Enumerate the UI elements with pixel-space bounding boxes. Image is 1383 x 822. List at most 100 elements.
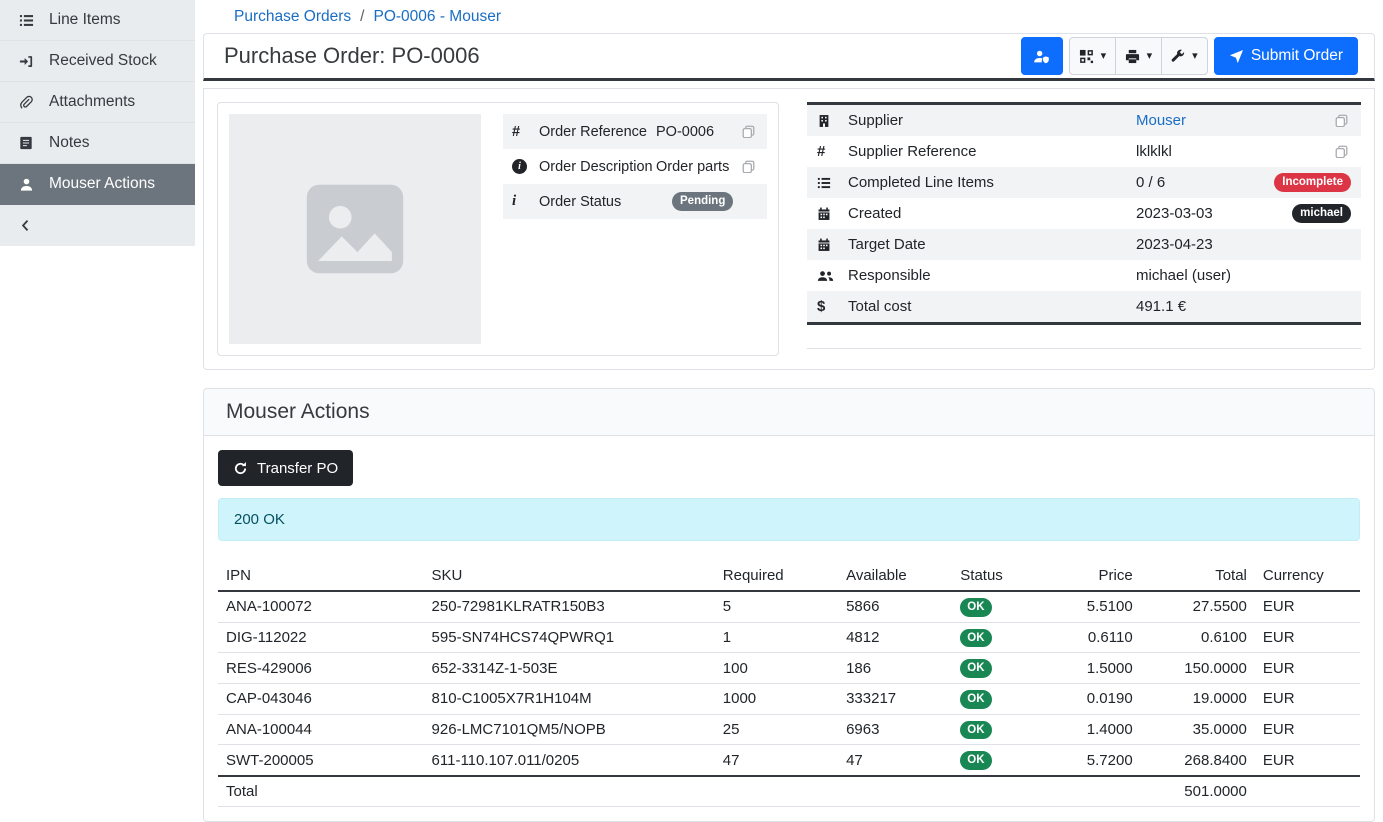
cell-sku: 595-SN74HCS74QPWRQ1 xyxy=(424,622,715,653)
copy-icon[interactable] xyxy=(742,160,758,173)
cell-total: 27.5500 xyxy=(1141,591,1255,622)
row-value: Order parts xyxy=(656,159,742,175)
calendar-icon xyxy=(817,207,848,221)
ok-badge: OK xyxy=(960,598,991,617)
order-info-table: # Order Reference PO-0006 i Order Descri… xyxy=(503,114,767,219)
panel-title: Mouser Actions xyxy=(226,400,1352,424)
row-value: 2023-04-23 xyxy=(1136,236,1213,253)
sidebar-item-received-stock[interactable]: Received Stock xyxy=(0,41,195,82)
column-header-required: Required xyxy=(715,561,838,591)
cell-required: 1000 xyxy=(715,683,838,714)
ok-badge: OK xyxy=(960,629,991,648)
cell-available: 186 xyxy=(838,653,952,684)
cell-available: 4812 xyxy=(838,622,952,653)
submit-order-button[interactable]: Submit Order xyxy=(1214,37,1358,75)
row-label: Responsible xyxy=(848,267,1136,284)
sidebar-item-label: Mouser Actions xyxy=(49,175,155,193)
cell-currency: EUR xyxy=(1255,622,1360,653)
cell-price: 0.0190 xyxy=(1055,683,1141,714)
print-actions-button[interactable]: ▾ xyxy=(1115,37,1162,75)
copy-icon[interactable] xyxy=(1335,114,1351,127)
app-root: Line Items Received Stock Attachments No… xyxy=(0,0,1383,822)
cell-status: OK xyxy=(952,745,1055,776)
cell-ipn: SWT-200005 xyxy=(218,745,424,776)
cell-currency: EUR xyxy=(1255,683,1360,714)
user-actions-button[interactable] xyxy=(1021,37,1063,75)
sidebar-item-label: Received Stock xyxy=(49,52,157,70)
ok-badge: OK xyxy=(960,751,991,770)
order-details-panel: # Order Reference PO-0006 i Order Descri… xyxy=(203,88,1375,370)
info-circle-icon: i xyxy=(512,159,539,174)
sidebar-item-label: Line Items xyxy=(49,11,121,29)
barcode-actions-button[interactable]: ▾ xyxy=(1069,37,1116,75)
hash-icon: # xyxy=(817,143,848,160)
table-row: CAP-043046 810-C1005X7R1H104M 1000 33321… xyxy=(218,683,1360,714)
cell-sku: 810-C1005X7R1H104M xyxy=(424,683,715,714)
row-label: Supplier Reference xyxy=(848,143,1136,160)
cell-status: OK xyxy=(952,714,1055,745)
response-alert: 200 OK xyxy=(218,498,1360,541)
cell-available: 5866 xyxy=(838,591,952,622)
caret-down-icon: ▾ xyxy=(1101,51,1107,62)
sidebar-collapse-button[interactable] xyxy=(0,205,195,246)
cell-ipn: RES-429006 xyxy=(218,653,424,684)
caret-down-icon: ▾ xyxy=(1147,51,1153,62)
mouser-actions-panel: Mouser Actions Transfer PO 200 OK xyxy=(203,388,1375,822)
ok-badge: OK xyxy=(960,721,991,740)
sidebar-item-label: Attachments xyxy=(49,93,135,111)
refresh-icon xyxy=(233,461,248,476)
sidebar-item-attachments[interactable]: Attachments xyxy=(0,82,195,123)
transfer-po-label: Transfer PO xyxy=(257,460,338,477)
sidebar-item-label: Notes xyxy=(49,134,90,152)
sidebar-item-notes[interactable]: Notes xyxy=(0,123,195,164)
cell-sku: 250-72981KLRATR150B3 xyxy=(424,591,715,622)
breadcrumb-link-purchase-orders[interactable]: Purchase Orders xyxy=(234,8,351,26)
header-actions: ▾ ▾ ▾ xyxy=(1021,37,1358,75)
caret-down-icon: ▾ xyxy=(1192,51,1198,62)
cell-sku: 611-110.107.011/0205 xyxy=(424,745,715,776)
order-reference-row: # Order Reference PO-0006 xyxy=(503,114,767,149)
sidebar-item-line-items[interactable]: Line Items xyxy=(0,0,195,41)
copy-icon[interactable] xyxy=(742,125,758,138)
calendar-icon xyxy=(817,238,848,252)
status-badge: Pending xyxy=(672,192,733,211)
cell-ipn: ANA-100072 xyxy=(218,591,424,622)
cell-currency: EUR xyxy=(1255,714,1360,745)
cell-required: 25 xyxy=(715,714,838,745)
note-icon xyxy=(17,136,35,150)
cell-price: 5.7200 xyxy=(1055,745,1141,776)
cell-price: 5.5100 xyxy=(1055,591,1141,622)
row-label: Order Reference xyxy=(539,124,656,140)
cell-currency: EUR xyxy=(1255,745,1360,776)
cell-total: 150.0000 xyxy=(1141,653,1255,684)
cell-status: OK xyxy=(952,653,1055,684)
box-arrow-in-icon xyxy=(17,54,35,69)
table-row: ANA-100044 926-LMC7101QM5/NOPB 25 6963 O… xyxy=(218,714,1360,745)
cell-total: 35.0000 xyxy=(1141,714,1255,745)
list-check-icon xyxy=(817,176,848,190)
printer-icon xyxy=(1125,49,1140,64)
row-label: Order Status xyxy=(539,194,672,210)
page-title: Purchase Order: PO-0006 xyxy=(224,43,480,69)
breadcrumb-link-current-order[interactable]: PO-0006 - Mouser xyxy=(373,8,501,26)
order-actions-button[interactable]: ▾ xyxy=(1161,37,1208,75)
order-image-placeholder[interactable] xyxy=(229,114,481,344)
list-icon xyxy=(17,13,35,28)
footer-total-label: Total xyxy=(218,776,424,807)
copy-icon[interactable] xyxy=(1335,145,1351,158)
sidebar-item-mouser-actions[interactable]: Mouser Actions xyxy=(0,164,195,205)
line-items-table: IPN SKU Required Available Status Price … xyxy=(218,561,1360,807)
row-label: Target Date xyxy=(848,236,1136,253)
incomplete-badge: Incomplete xyxy=(1274,173,1351,192)
breadcrumb: Purchase Orders / PO-0006 - Mouser xyxy=(203,0,1375,33)
footer-total-value: 501.0000 xyxy=(1141,776,1255,807)
row-label: Supplier xyxy=(848,112,1136,129)
supplier-link[interactable]: Mouser xyxy=(1136,112,1186,129)
dollar-icon: $ xyxy=(817,298,848,315)
cell-total: 19.0000 xyxy=(1141,683,1255,714)
transfer-po-button[interactable]: Transfer PO xyxy=(218,450,353,486)
row-label: Completed Line Items xyxy=(848,174,1136,191)
row-value: Pending xyxy=(672,192,758,211)
cell-available: 333217 xyxy=(838,683,952,714)
total-cost-row: $ Total cost 491.1 € xyxy=(807,291,1361,322)
